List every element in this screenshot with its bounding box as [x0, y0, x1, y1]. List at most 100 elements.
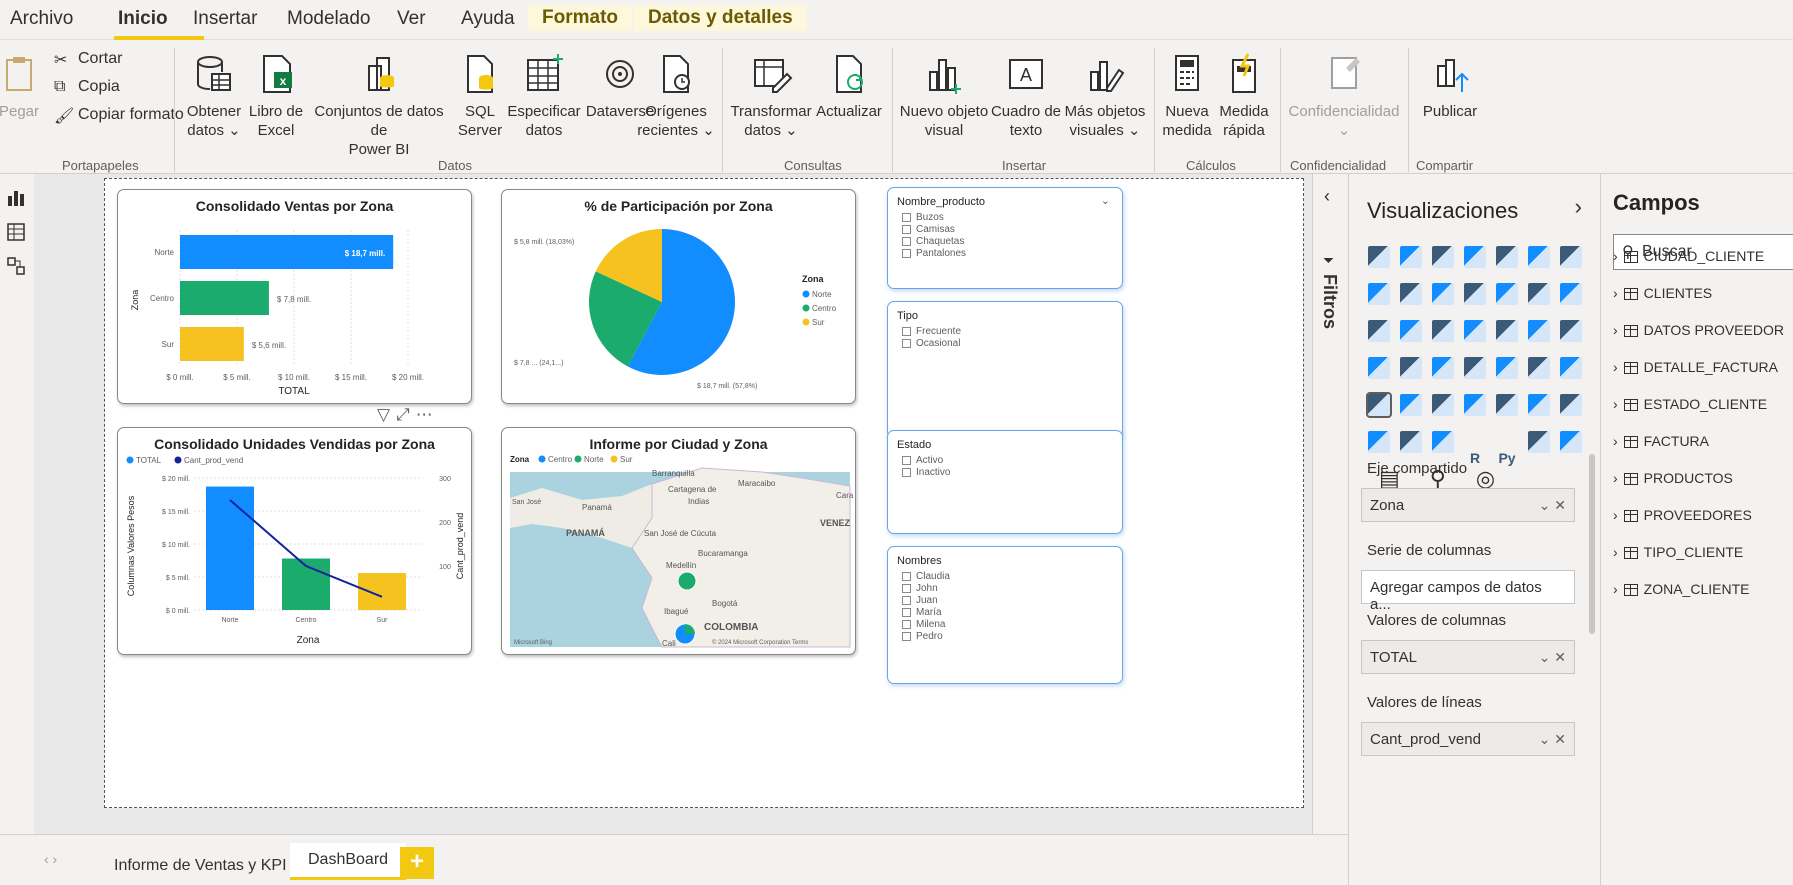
visual-type-icon[interactable]: [1560, 431, 1582, 453]
page-tab-informe[interactable]: Informe de Ventas y KPI: [96, 849, 305, 883]
slicer-option[interactable]: María: [902, 607, 942, 618]
slicer-option[interactable]: Juan: [902, 595, 938, 606]
pegar-button[interactable]: Pegar: [0, 52, 44, 121]
table-view-icon[interactable]: [6, 222, 26, 242]
visual-type-icon[interactable]: [1464, 394, 1486, 416]
visual-type-icon[interactable]: [1432, 394, 1454, 416]
field-table-item[interactable]: › CLIENTES: [1613, 285, 1712, 301]
visual-type-icon[interactable]: [1560, 357, 1582, 379]
field-table-item[interactable]: › PROVEEDORES: [1613, 507, 1752, 523]
field-table-item[interactable]: › DETALLE_FACTURA: [1613, 359, 1778, 375]
valores-lineas-well[interactable]: Cant_prod_vend ⌄ ✕: [1361, 722, 1575, 756]
slicer-option[interactable]: Milena: [902, 619, 945, 630]
slicer-option[interactable]: Pantalones: [902, 248, 966, 259]
medida-rapida-button[interactable]: Medida rápida: [1214, 52, 1274, 140]
visual-type-icon[interactable]: [1560, 394, 1582, 416]
checkbox[interactable]: [902, 607, 911, 617]
focus-mode-icon[interactable]: ⤢: [396, 405, 416, 424]
unidades-vendidas-visual[interactable]: Consolidado Unidades Vendidas por Zona T…: [117, 427, 472, 655]
visual-type-icon[interactable]: [1528, 394, 1550, 416]
checkbox[interactable]: [902, 338, 911, 348]
scrollbar[interactable]: [1589, 454, 1595, 634]
visual-type-icon[interactable]: [1464, 357, 1486, 379]
field-table-item[interactable]: › DATOS PROVEEDOR: [1613, 322, 1784, 338]
especificar-datos-button[interactable]: Especificar datos: [504, 52, 584, 140]
checkbox[interactable]: [902, 631, 911, 641]
obtener-datos-button[interactable]: Obtener datos ⌄: [176, 52, 252, 140]
slicer-option[interactable]: Activo: [902, 455, 943, 466]
visual-type-icon[interactable]: [1368, 246, 1390, 268]
slicer-tipo[interactable]: Tipo Frecuente Ocasional: [887, 301, 1123, 439]
filter-icon[interactable]: ▽: [377, 405, 396, 424]
chevron-right-icon[interactable]: ›: [1575, 194, 1582, 220]
checkbox[interactable]: [902, 619, 911, 629]
visual-type-icon[interactable]: [1368, 320, 1390, 342]
visual-type-icon[interactable]: [1528, 320, 1550, 342]
visual-type-icon[interactable]: [1366, 392, 1392, 418]
chevron-right-icon[interactable]: ›: [1613, 396, 1618, 412]
field-table-item[interactable]: › PRODUCTOS: [1613, 470, 1733, 486]
chevron-right-icon[interactable]: ›: [1613, 285, 1618, 301]
visual-type-icon[interactable]: [1400, 394, 1422, 416]
origenes-recientes-button[interactable]: Orígenes recientes ⌄: [636, 52, 716, 140]
tab-ayuda[interactable]: Ayuda: [461, 8, 515, 30]
mapa-ciudad-zona-visual[interactable]: Informe por Ciudad y Zona Zona Centro Nort…: [501, 427, 856, 655]
visual-type-icon[interactable]: [1400, 246, 1422, 268]
visual-type-icon[interactable]: [1464, 246, 1486, 268]
visual-type-icon[interactable]: [1496, 246, 1518, 268]
nuevo-objeto-visual-button[interactable]: Nuevo objeto visual: [896, 52, 992, 140]
field-table-item[interactable]: › FACTURA: [1613, 433, 1709, 449]
chevron-right-icon[interactable]: ›: [1613, 507, 1618, 523]
visual-type-icon[interactable]: [1432, 246, 1454, 268]
slicer-option[interactable]: Inactivo: [902, 467, 950, 478]
visual-type-icon[interactable]: [1368, 431, 1390, 453]
chevron-down-icon[interactable]: ⌄: [1101, 194, 1110, 207]
visual-type-icon[interactable]: [1400, 357, 1422, 379]
remove-field-icon[interactable]: ⌄ ✕: [1539, 497, 1566, 514]
slicer-option[interactable]: Ocasional: [902, 338, 960, 349]
visual-type-icon[interactable]: [1496, 394, 1518, 416]
publicar-button[interactable]: Publicar: [1410, 52, 1490, 121]
cuadro-texto-button[interactable]: A Cuadro de texto: [988, 52, 1064, 140]
tab-modelado[interactable]: Modelado: [287, 8, 370, 30]
tab-ver[interactable]: Ver: [397, 8, 426, 30]
slicer-option[interactable]: Frecuente: [902, 326, 961, 337]
visual-type-icon[interactable]: [1400, 283, 1422, 305]
visual-type-icon[interactable]: [1528, 246, 1550, 268]
report-view-icon[interactable]: [6, 188, 26, 208]
model-view-icon[interactable]: [6, 256, 26, 276]
visual-type-icon[interactable]: [1432, 320, 1454, 342]
visual-type-icon[interactable]: [1496, 283, 1518, 305]
remove-field-icon[interactable]: ⌄ ✕: [1539, 731, 1566, 748]
chevron-right-icon[interactable]: ›: [1613, 470, 1618, 486]
chevron-left-icon[interactable]: ‹: [1324, 186, 1330, 207]
checkbox[interactable]: [902, 326, 911, 336]
chevron-right-icon[interactable]: ›: [1613, 581, 1618, 597]
serie-columnas-well[interactable]: Agregar campos de datos a...: [1361, 570, 1575, 613]
slicer-option[interactable]: Pedro: [902, 631, 943, 642]
visual-type-icon[interactable]: [1560, 320, 1582, 342]
checkbox[interactable]: [902, 224, 911, 234]
chevron-right-icon[interactable]: ›: [1613, 248, 1618, 264]
filters-pane-collapsed[interactable]: ‹ ⏷ Filtros: [1312, 174, 1348, 834]
add-page-button[interactable]: +: [400, 847, 434, 879]
field-table-item[interactable]: › ZONA_CLIENTE: [1613, 581, 1749, 597]
tab-scroll-arrows[interactable]: ‹ ›: [44, 851, 57, 867]
visual-type-icon[interactable]: [1560, 283, 1582, 305]
checkbox[interactable]: [902, 583, 911, 593]
visual-type-icon[interactable]: [1464, 320, 1486, 342]
chevron-right-icon[interactable]: ›: [1613, 544, 1618, 560]
mas-objetos-visuales-button[interactable]: Más objetos visuales ⌄: [1060, 52, 1150, 140]
visual-type-icon[interactable]: [1496, 357, 1518, 379]
visual-type-icon[interactable]: [1432, 431, 1454, 453]
checkbox[interactable]: [902, 455, 911, 465]
cortar-button[interactable]: ✂ Cortar: [54, 50, 122, 69]
tab-formato[interactable]: Formato: [528, 5, 632, 31]
slicer-nombre-producto[interactable]: Nombre_producto ⌄ Buzos Camisas Chaquetas P…: [887, 187, 1123, 289]
visual-type-icon[interactable]: [1432, 357, 1454, 379]
chevron-right-icon[interactable]: ›: [1613, 433, 1618, 449]
tab-inicio[interactable]: Inicio: [118, 8, 168, 30]
visual-type-icon[interactable]: [1528, 431, 1550, 453]
visual-type-icon[interactable]: [1496, 320, 1518, 342]
checkbox[interactable]: [902, 571, 911, 581]
